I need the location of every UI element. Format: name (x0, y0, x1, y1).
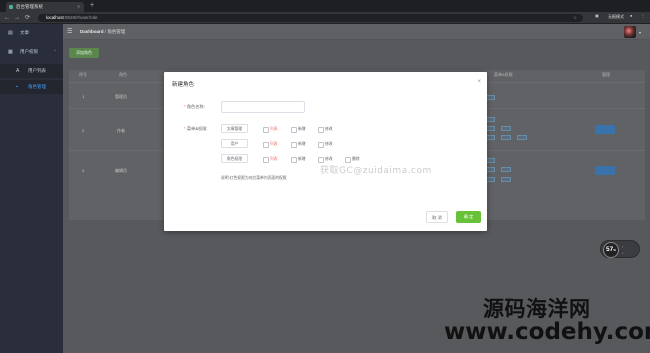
grid-icon: ▦ (8, 49, 13, 55)
perm-checkbox-edit[interactable]: 修改 (318, 141, 333, 148)
chevron-up-icon: ⌃ (53, 49, 57, 54)
sidebar-item-role-management[interactable]: ▪ 角色管理 (0, 80, 63, 94)
incognito-label: 无痕模式 (608, 14, 624, 19)
dialog-title: 新建角色 (172, 82, 195, 88)
perm-checkbox-add[interactable]: 新增 (291, 156, 306, 163)
role-name-input[interactable] (221, 101, 305, 113)
close-icon[interactable]: × (477, 79, 481, 85)
perm-checkbox-edit[interactable]: 修改 (318, 126, 333, 133)
upload-arrow-icon: ↑ (622, 245, 624, 249)
perm-checkbox-add[interactable]: 新增 (291, 141, 306, 148)
module-checkbox-user[interactable]: 用户 (221, 139, 248, 148)
browser-tab[interactable]: 后台管理系统 × (6, 2, 84, 12)
speed-unit: % (613, 248, 616, 252)
profile-icon[interactable]: ● (630, 12, 632, 20)
menu-dots-icon[interactable]: ⋮ (641, 12, 645, 20)
extension-icon[interactable]: ▣ (595, 12, 599, 20)
cancel-button[interactable]: 取 消 (426, 211, 448, 223)
tab-title: 后台管理系统 (16, 4, 43, 9)
sidebar-item-article[interactable]: ▤ 文章 (0, 26, 63, 40)
perm-checkbox-list[interactable]: 列表 (263, 141, 278, 148)
text-watermark: 获取GC@zuidaima.com (320, 166, 432, 176)
sidebar-item-user-permission[interactable]: ▦ 用户权限 ⌃ (0, 45, 63, 59)
tab-favicon-icon (9, 5, 13, 9)
role-name-label: * 角色名称: (184, 104, 205, 110)
perm-checkbox-list[interactable]: 列表 (263, 156, 278, 163)
sidebar-item-user-list[interactable]: A 用户列表 (0, 64, 63, 78)
required-mark: * (184, 104, 186, 109)
module-checkbox-role[interactable]: 角色权限 (221, 154, 248, 163)
menu-permission-label: * 菜单&权限: (184, 126, 208, 132)
speed-gauge: 57% (603, 242, 619, 258)
permission-hint: 说明:红色权限为对应菜单内页面的权限 (221, 176, 287, 180)
user-icon: A (16, 68, 20, 74)
sidebar-item-label: 文章 (20, 30, 29, 35)
sidebar-item-label: 用户权限 (20, 49, 38, 54)
forward-icon[interactable]: → (14, 14, 20, 22)
reload-icon[interactable]: ⟳ (25, 14, 30, 22)
brand-watermark-url: www.codehy.com (444, 319, 650, 345)
tab-close-icon[interactable]: × (77, 2, 80, 12)
perm-checkbox-list[interactable]: 列表 (263, 126, 278, 133)
perm-checkbox-delete[interactable]: 删除 (345, 156, 360, 163)
bookmark-star-icon[interactable]: ☆ (573, 14, 577, 22)
address-bar[interactable]: localhost:9528/#/user/role ☆ (38, 14, 583, 22)
perm-checkbox-edit[interactable]: 修改 (318, 156, 333, 163)
role-icon: ▪ (16, 84, 18, 90)
sidebar: ▤ 文章 ▦ 用户权限 ⌃ A 用户列表 ▪ 角色管理 (0, 24, 63, 353)
browser-tab-strip: 后台管理系统 × + (0, 0, 650, 12)
new-tab-icon[interactable]: + (90, 2, 94, 10)
new-role-dialog: 新建角色 × * 角色名称: * 菜单&权限: 文章管理 列表 新增 修改 用户… (164, 72, 487, 231)
menu-permission-label-text: 菜单&权限: (186, 126, 208, 131)
speed-widget[interactable]: 57% ↑ ↓ (600, 240, 640, 258)
confirm-button[interactable]: 确 定 (456, 211, 481, 223)
download-arrow-icon: ↓ (622, 251, 624, 255)
url-path: :9528/#/user/role (63, 15, 98, 20)
perm-checkbox-add[interactable]: 新增 (291, 126, 306, 133)
url-host: localhost (46, 15, 64, 20)
module-checkbox-article[interactable]: 文章管理 (221, 124, 248, 133)
sidebar-item-label: 角色管理 (28, 84, 46, 89)
required-mark: * (184, 126, 186, 131)
document-icon: ▤ (8, 30, 13, 36)
back-icon[interactable]: ← (4, 14, 10, 22)
browser-toolbar: ← → ⟳ localhost:9528/#/user/role ☆ ▣ 无痕模… (0, 12, 650, 24)
role-name-label-text: 角色名称: (186, 104, 205, 109)
sidebar-item-label: 用户列表 (28, 68, 46, 73)
